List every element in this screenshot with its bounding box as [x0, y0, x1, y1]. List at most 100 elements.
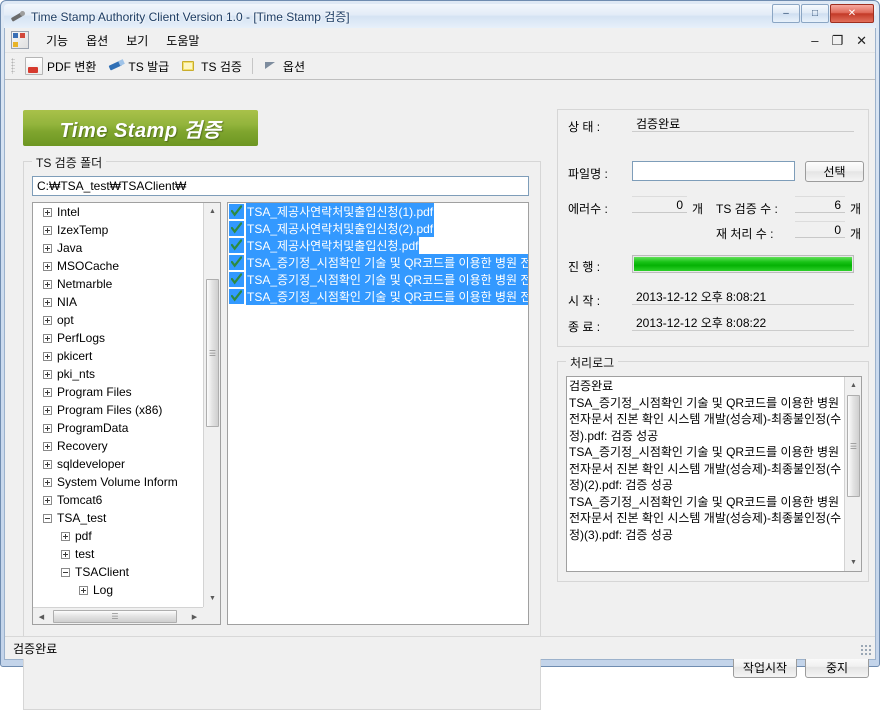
checkmark-icon[interactable]	[229, 204, 244, 219]
expand-icon[interactable]	[43, 423, 52, 433]
start-job-button[interactable]: 작업시작	[733, 656, 797, 678]
tree-node[interactable]: System Volume Inform	[33, 473, 203, 491]
tree-node-label: PerfLogs	[57, 331, 106, 345]
collapse-icon[interactable]	[43, 513, 52, 523]
toolbar-button-ts-issue[interactable]: TS 발급	[102, 56, 175, 77]
expand-icon[interactable]	[43, 261, 52, 271]
end-time-field: 2013-12-12 오후 8:08:22	[632, 314, 854, 331]
menu-item-function[interactable]: 기능	[37, 30, 77, 51]
file-list-item[interactable]: TSA_제공사연락처및출입신청(2).pdf	[228, 220, 528, 237]
folder-path-input[interactable]: C:₩TSA_test₩TSAClient₩	[32, 176, 529, 196]
filename-input[interactable]	[632, 161, 795, 181]
toolbar-button-options[interactable]: 옵션	[257, 56, 311, 77]
tree-vertical-scrollbar-thumb[interactable]: ☰	[206, 279, 219, 427]
checkmark-icon[interactable]	[229, 272, 244, 287]
maximize-button[interactable]: □	[801, 4, 829, 23]
tree-horizontal-scrollbar-thumb[interactable]: ☰	[53, 610, 177, 623]
stop-job-button-label: 중지	[825, 660, 849, 675]
tree-node[interactable]: opt	[33, 311, 203, 329]
log-vertical-scrollbar-thumb[interactable]: ☰	[847, 395, 860, 497]
tree-node[interactable]: Tomcat6	[33, 491, 203, 509]
mdi-minimize-icon[interactable]: –	[811, 34, 818, 47]
toolbar-button-ts-verify[interactable]: TS 검증	[175, 56, 248, 77]
tree-node[interactable]: TSAClient	[33, 563, 203, 581]
tree-scroll-up-icon[interactable]: ▲	[204, 203, 220, 220]
tree-scroll-right-icon[interactable]: ▶	[186, 608, 203, 624]
tree-node[interactable]: sqldeveloper	[33, 455, 203, 473]
expand-icon[interactable]	[43, 495, 52, 505]
log-scroll-down-icon[interactable]: ▼	[845, 554, 861, 571]
log-scroll-up-icon[interactable]: ▲	[845, 377, 861, 394]
collapse-icon[interactable]	[61, 567, 70, 577]
close-button[interactable]: ✕	[830, 4, 874, 23]
tree-horizontal-scrollbar[interactable]: ◀ ☰ ▶	[33, 607, 203, 624]
expand-icon[interactable]	[43, 225, 52, 235]
checkmark-icon[interactable]	[229, 255, 244, 270]
tree-node[interactable]: Recovery	[33, 437, 203, 455]
checkmark-icon[interactable]	[229, 221, 244, 236]
expand-icon[interactable]	[43, 207, 52, 217]
tree-node[interactable]: Program Files (x86)	[33, 401, 203, 419]
resize-grip-icon[interactable]	[860, 644, 872, 656]
tree-node[interactable]: Program Files	[33, 383, 203, 401]
tree-node[interactable]: pdf	[33, 527, 203, 545]
expand-icon[interactable]	[43, 477, 52, 487]
mdi-close-icon[interactable]: ✕	[856, 34, 867, 47]
minimize-button[interactable]: –	[772, 4, 800, 23]
tree-node[interactable]: ProgramData	[33, 419, 203, 437]
mdi-restore-icon[interactable]: ❐	[831, 34, 843, 47]
expand-icon[interactable]	[43, 243, 52, 253]
expand-icon[interactable]	[43, 387, 52, 397]
retry-count-unit-wrap: 개	[850, 225, 861, 242]
expand-icon[interactable]	[43, 369, 52, 379]
file-list-item[interactable]: TSA_증기정_시점확인 기술 및 QR코드를 이용한 병원 전	[228, 288, 528, 305]
tree-node[interactable]: pki_nts	[33, 365, 203, 383]
expand-icon[interactable]	[43, 405, 52, 415]
tree-node[interactable]: PerfLogs	[33, 329, 203, 347]
expand-icon[interactable]	[43, 297, 52, 307]
process-log-box[interactable]: 검증완료 TSA_증기정_시점확인 기술 및 QR코드를 이용한 병원 전자문서…	[566, 376, 862, 572]
tree-node[interactable]: test	[33, 545, 203, 563]
directory-tree[interactable]: Intel IzexTemp Java MSOCache Netmarble NIA opt…	[32, 202, 221, 625]
tree-node[interactable]: MSOCache	[33, 257, 203, 275]
file-list[interactable]: TSA_제공사연락처및출입신청(1).pdf TSA_제공사연락처및출입신청(2)…	[227, 202, 529, 625]
tree-scroll-down-icon[interactable]: ▼	[204, 590, 220, 607]
log-vertical-scrollbar[interactable]: ▲ ☰ ▼	[844, 377, 861, 571]
tree-node[interactable]: Java	[33, 239, 203, 257]
expand-icon[interactable]	[43, 279, 52, 289]
tree-scroll-left-icon[interactable]: ◀	[33, 608, 50, 624]
tree-vertical-scrollbar[interactable]: ▲ ☰ ▼	[203, 203, 220, 607]
menu-item-options[interactable]: 옵션	[77, 30, 117, 51]
status-bar-text: 검증완료	[13, 641, 58, 656]
toolbar-grip[interactable]	[11, 58, 15, 74]
menu-item-view[interactable]: 보기	[117, 30, 157, 51]
expand-icon[interactable]	[79, 585, 88, 595]
expand-icon[interactable]	[61, 531, 70, 541]
end-time-value: 2013-12-12 오후 8:08:22	[636, 315, 767, 330]
expand-icon[interactable]	[61, 549, 70, 559]
tree-node-label: ProgramData	[57, 421, 129, 435]
tree-node[interactable]: Log	[33, 581, 203, 599]
tree-node[interactable]: Intel	[33, 203, 203, 221]
file-list-item[interactable]: TSA_증기정_시점확인 기술 및 QR코드를 이용한 병원 전	[228, 254, 528, 271]
tree-node[interactable]: TSA_test	[33, 509, 203, 527]
checkmark-icon[interactable]	[229, 238, 244, 253]
file-list-item[interactable]: TSA_제공사연락처및출입신청(1).pdf	[228, 203, 528, 220]
file-list-item[interactable]: TSA_증기정_시점확인 기술 및 QR코드를 이용한 병원 전	[228, 271, 528, 288]
expand-icon[interactable]	[43, 333, 52, 343]
tree-node[interactable]: pkicert	[33, 347, 203, 365]
stop-job-button[interactable]: 중지	[805, 656, 869, 678]
expand-icon[interactable]	[43, 459, 52, 469]
checkmark-icon[interactable]	[229, 289, 244, 304]
tree-node[interactable]: IzexTemp	[33, 221, 203, 239]
expand-icon[interactable]	[43, 351, 52, 361]
expand-icon[interactable]	[43, 315, 52, 325]
toolbar-button-pdf-convert[interactable]: PDF 변환	[19, 55, 102, 77]
mdi-app-icon[interactable]	[11, 31, 29, 49]
select-file-button[interactable]: 선택	[805, 161, 864, 182]
expand-icon[interactable]	[43, 441, 52, 451]
menu-item-help[interactable]: 도움말	[157, 30, 208, 51]
tree-node[interactable]: NIA	[33, 293, 203, 311]
tree-node[interactable]: Netmarble	[33, 275, 203, 293]
file-list-item[interactable]: TSA_제공사연락처및출입신청.pdf	[228, 237, 528, 254]
